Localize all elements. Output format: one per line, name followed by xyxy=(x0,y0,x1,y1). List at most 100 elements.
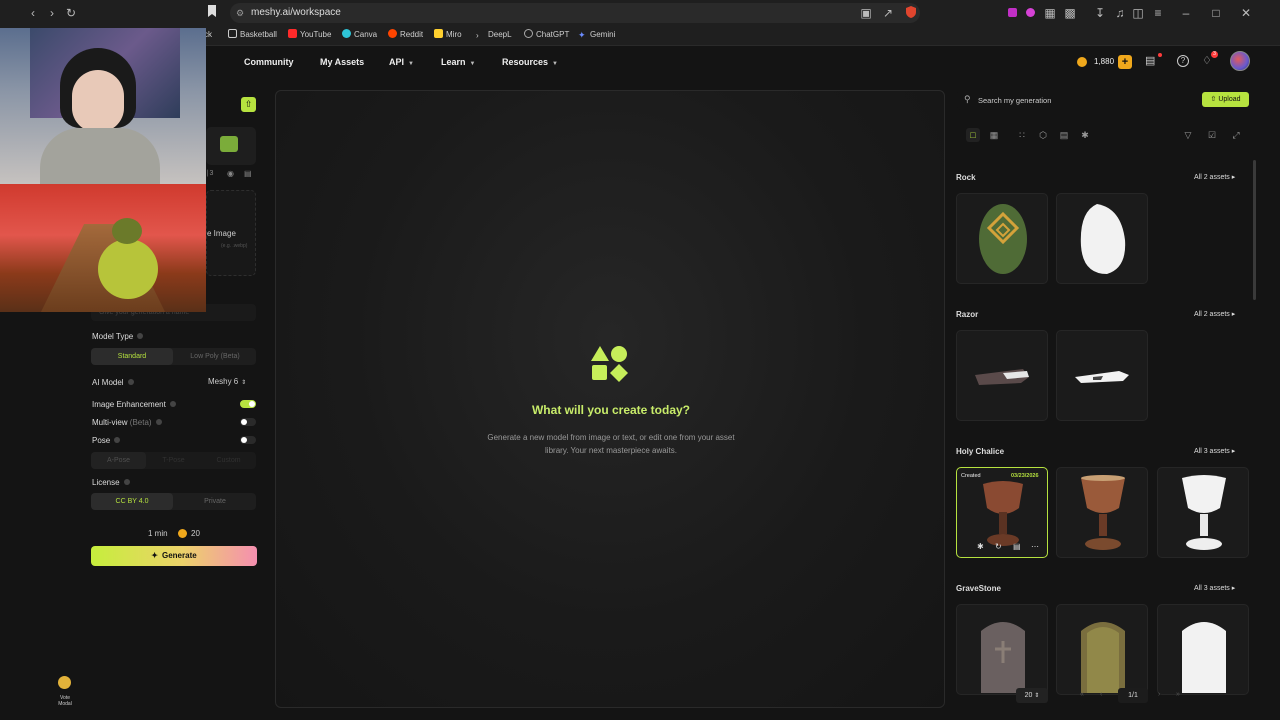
maximize-icon[interactable]: □ xyxy=(1208,5,1224,21)
ai-model-select[interactable]: Meshy 6 ⇕ xyxy=(208,377,246,386)
sidebar-icon[interactable]: ◫ xyxy=(1130,5,1146,21)
cube-filter-icon[interactable]: ⬡ xyxy=(1036,128,1050,142)
generate-button[interactable]: ✦ Generate xyxy=(91,546,257,566)
asset-tile-chalice-textured[interactable] xyxy=(1056,467,1148,558)
asset-tile-gravestone-3[interactable] xyxy=(1157,604,1249,695)
gift-icon[interactable]: ▤ xyxy=(1145,54,1155,67)
share-icon[interactable]: ↗ xyxy=(880,5,896,21)
texture-filter-icon[interactable]: ▤ xyxy=(1057,128,1071,142)
first-page-icon[interactable]: « xyxy=(1080,691,1084,698)
back-arrow-icon[interactable]: ‹ xyxy=(25,5,41,21)
extension-icon[interactable] xyxy=(1022,5,1038,21)
grid-icon[interactable]: ∷ xyxy=(1015,128,1029,142)
bookmark-icon[interactable] xyxy=(204,5,220,21)
all-assets-link-rock[interactable]: All 2 assets ▸ xyxy=(1194,173,1235,181)
screenshot-icon[interactable]: ▩ xyxy=(1062,5,1078,21)
bookmark-item[interactable]: YouTube xyxy=(288,28,331,42)
texture-action-icon[interactable]: ▤ xyxy=(1013,542,1021,551)
site-settings-icon[interactable]: ⚙ xyxy=(236,3,244,23)
vote-icon[interactable] xyxy=(58,676,71,689)
asset-tile-rock-white[interactable] xyxy=(1056,193,1148,284)
pose-custom[interactable]: Custom xyxy=(201,452,256,469)
last-page-icon[interactable]: » xyxy=(1176,691,1180,698)
nav-community[interactable]: Community xyxy=(244,57,294,67)
multiview-toggle[interactable] xyxy=(240,418,256,426)
extension-icon[interactable] xyxy=(1004,5,1020,21)
puzzle-icon[interactable]: ▦ xyxy=(1042,5,1058,21)
reload-icon[interactable]: ↻ xyxy=(63,5,79,21)
download-icon[interactable]: ↧ xyxy=(1092,5,1108,21)
all-assets-link-razor[interactable]: All 2 assets ▸ xyxy=(1194,310,1235,318)
next-page-icon[interactable]: › xyxy=(1158,691,1160,698)
avatar[interactable] xyxy=(1230,51,1250,71)
address-bar[interactable]: ⚙ meshy.ai/workspace xyxy=(230,3,920,23)
bookmark-item[interactable]: ChatGPT xyxy=(524,28,569,42)
model-type-lowpoly[interactable]: Low Poly (Beta) xyxy=(174,348,256,365)
pin-icon[interactable]: ◉ xyxy=(227,169,234,178)
info-icon xyxy=(127,379,134,385)
cube-icon xyxy=(220,136,238,152)
asset-tile-chalice-selected[interactable]: Created 03/23/2026 ✱ ↻ ▤ ⋯ xyxy=(956,467,1048,558)
pose-toggle[interactable] xyxy=(240,436,256,444)
upload-icon[interactable]: ⇧ xyxy=(241,97,256,112)
upload-button[interactable]: ⇧ Upload xyxy=(1202,92,1249,107)
nav-my-assets[interactable]: My Assets xyxy=(320,57,364,67)
bookmark-item[interactable]: ✦ Gemini xyxy=(578,28,615,42)
asset-tile-razor-white[interactable] xyxy=(1056,330,1148,421)
deepl-icon: › xyxy=(476,31,479,40)
nav-resources[interactable]: Resources ▼ xyxy=(502,57,558,67)
folder-view-icon[interactable]: □ xyxy=(966,128,980,142)
asset-tile-chalice-white[interactable] xyxy=(1157,467,1249,558)
image-enhancement-toggle[interactable] xyxy=(240,400,256,408)
menu-icon[interactable]: ≡ xyxy=(1150,5,1166,21)
minimize-icon[interactable]: – xyxy=(1178,5,1194,21)
scrollbar-thumb[interactable] xyxy=(1253,160,1256,300)
rig-filter-icon[interactable]: ✱ xyxy=(1078,128,1092,142)
license-ccby[interactable]: CC BY 4.0 xyxy=(91,493,173,510)
vote-modal-link[interactable]: Vote Modal xyxy=(50,695,80,707)
page-indicator: 1/1 xyxy=(1118,688,1148,703)
all-assets-link-holy-chalice[interactable]: All 3 assets ▸ xyxy=(1194,447,1235,455)
multiview-label: Multi-view (Beta) xyxy=(92,418,162,427)
page-size-select[interactable]: 20 ⇕ xyxy=(1016,688,1048,703)
filter-icon[interactable]: ▽ xyxy=(1181,128,1195,142)
help-icon[interactable]: ? xyxy=(1177,55,1189,67)
document-icon[interactable]: ▤ xyxy=(244,169,252,178)
upload-hint: (e.g. .webp) xyxy=(221,243,248,249)
add-credits-button[interactable]: + xyxy=(1118,55,1132,69)
bookmark-item[interactable]: › DeepL xyxy=(476,28,512,42)
bookmark-item[interactable]: Miro xyxy=(434,28,462,42)
grid-small-icon[interactable]: ▦ xyxy=(987,128,1001,142)
brave-shield-icon[interactable] xyxy=(903,5,919,21)
image-upload-area[interactable]: e Image (e.g. .webp) xyxy=(206,190,256,276)
all-assets-link-gravestone[interactable]: All 3 assets ▸ xyxy=(1194,584,1235,592)
asset-tile-razor-textured[interactable] xyxy=(956,330,1048,421)
license-label: License xyxy=(92,478,130,487)
updown-icon: ⇕ xyxy=(1034,693,1040,699)
asset-tile-gravestone-1[interactable] xyxy=(956,604,1048,695)
search-input[interactable]: ⚲ Search my generation xyxy=(957,90,1152,110)
pose-t[interactable]: T-Pose xyxy=(146,452,201,469)
model-type-standard[interactable]: Standard xyxy=(91,348,173,365)
nav-api[interactable]: API ▼ xyxy=(389,57,414,67)
cast-icon[interactable]: ▣ xyxy=(858,5,874,21)
nav-learn[interactable]: Learn ▼ xyxy=(441,57,475,67)
pose-a[interactable]: A-Pose xyxy=(91,452,146,469)
forward-arrow-icon[interactable]: › xyxy=(44,5,60,21)
bookmark-item[interactable]: Basketball xyxy=(228,28,277,42)
expand-icon[interactable]: ⤢ xyxy=(1229,128,1243,142)
close-icon[interactable]: ✕ xyxy=(1238,5,1254,21)
select-icon[interactable]: ☑ xyxy=(1205,128,1219,142)
more-actions-icon[interactable]: ⋯ xyxy=(1031,542,1039,551)
asset-tile-gravestone-2[interactable] xyxy=(1056,604,1148,695)
prev-page-icon[interactable]: ‹ xyxy=(1100,691,1102,698)
chalice-model-white xyxy=(1182,475,1226,550)
regenerate-action-icon[interactable]: ↻ xyxy=(995,542,1002,551)
license-private[interactable]: Private xyxy=(174,493,256,510)
rig-action-icon[interactable]: ✱ xyxy=(977,542,984,551)
asset-tile-rock-textured[interactable] xyxy=(956,193,1048,284)
bookmark-item[interactable]: Canva xyxy=(342,28,377,42)
viewport-canvas[interactable]: What will you create today? Generate a n… xyxy=(275,90,945,708)
bookmark-item[interactable]: Reddit xyxy=(388,28,423,42)
music-icon[interactable]: ♫ xyxy=(1112,5,1128,21)
